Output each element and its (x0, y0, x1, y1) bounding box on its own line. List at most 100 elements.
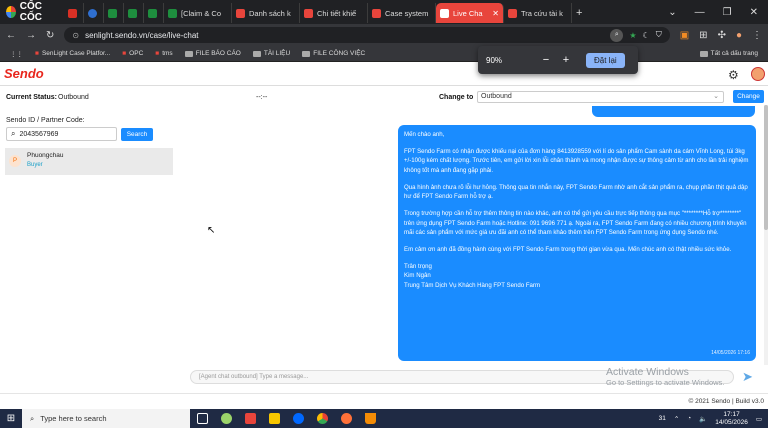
tab-live-chat[interactable]: Live Cha ✕ (436, 3, 504, 23)
browser-brand-label: CỐC CỐC (19, 1, 42, 23)
puzzle-icon[interactable]: ✣ (718, 30, 726, 41)
taskbar-search[interactable]: ⌕ Type here to search (22, 409, 190, 428)
task-view-icon[interactable] (190, 409, 214, 428)
contact-role: Buyer (27, 162, 43, 168)
previous-message-bubble (592, 106, 755, 117)
bookmark-tms[interactable]: ■ tms (155, 50, 172, 57)
app-footer: © 2021 Sendo | Build v3.0 (0, 393, 768, 409)
address-bar[interactable]: ⊙ senlight.sendo.vn/case/live-chat ⌕ ★ ☾… (64, 27, 670, 43)
extension-icon[interactable]: ▣ (680, 30, 689, 41)
sendo-id-input[interactable]: ⌕ 2043567969 (6, 127, 117, 141)
tab-blue[interactable] (84, 3, 104, 23)
translate-icon[interactable]: ⊞ (699, 30, 707, 41)
zoom-in-button[interactable]: + (556, 54, 576, 66)
windows-taskbar: ⊞ ⌕ Type here to search 31 ⌃ ◔ 🔈 17:17 1… (0, 409, 768, 428)
bookmark-file-cong-viec[interactable]: FILE CÔNG VIỆC (302, 50, 365, 57)
zoom-out-button[interactable]: − (536, 54, 556, 66)
search-button[interactable]: Search (121, 128, 153, 141)
status-select-value: Outbound (481, 93, 512, 100)
clock-time: 17:17 (723, 410, 740, 418)
bookmark-label: Tất cả dấu trang (710, 50, 758, 57)
site-info-icon[interactable]: ⊙ (72, 31, 79, 40)
tab-chi-tiet[interactable]: Chi tiết khiế (300, 3, 368, 23)
tab-danh-sach[interactable]: Danh sách k (232, 3, 300, 23)
bookmark-label: FILE BÁO CÁO (195, 50, 241, 57)
firefox-taskbar-icon[interactable] (334, 409, 358, 428)
search-icon: ⌕ (11, 129, 16, 138)
watermark-subtitle: Go to Settings to activate Windows. (606, 378, 725, 387)
volume-icon[interactable]: 🔈 (699, 415, 707, 423)
send-icon[interactable]: ➤ (742, 369, 753, 385)
weather-temp[interactable]: 31 (659, 415, 666, 422)
tray-chevron-icon[interactable]: ⌃ (674, 415, 679, 423)
chat-scrollbar-thumb[interactable] (764, 105, 768, 230)
notifications-icon[interactable]: ▭ (756, 415, 762, 423)
bookmark-senlight[interactable]: ■ SenLight Case Platfor... (35, 50, 110, 57)
tab-gmail[interactable] (64, 3, 84, 23)
chat-message-bubble: Mến chào anh, FPT Sendo Farm có nhận đượ… (398, 125, 756, 361)
bookmark-star-icon[interactable]: ★ (629, 31, 636, 40)
back-icon[interactable]: ← (6, 30, 16, 41)
tab-case-system[interactable]: Case system (368, 3, 436, 23)
zoom-icon[interactable]: ⌕ (610, 28, 624, 42)
browser-brand[interactable]: CỐC CỐC (0, 1, 64, 23)
gear-icon[interactable]: ⚙ (728, 68, 739, 82)
footer-text: © 2021 Sendo | Build v3.0 (688, 398, 764, 405)
reload-icon[interactable]: ↻ (46, 30, 54, 41)
zoom-reset-button[interactable]: Đặt lại (586, 52, 625, 68)
sendo-icon: ■ (35, 50, 39, 57)
dark-mode-icon[interactable]: ☾ (643, 31, 650, 40)
menu-icon[interactable]: ⋮ (752, 30, 762, 41)
tab-claim[interactable]: [Claim & Co (164, 3, 232, 23)
close-tab-icon[interactable]: ✕ (492, 9, 499, 18)
profile-icon[interactable]: ● (736, 30, 742, 41)
chevron-down-icon[interactable]: ⌄ (668, 7, 676, 18)
tab-tra-cuu[interactable]: Tra cứu tài k (504, 3, 572, 23)
apps-icon[interactable]: ⋮⋮ (10, 50, 23, 58)
chrome-taskbar-icon[interactable] (310, 409, 334, 428)
tab-label: Danh sách k (249, 8, 291, 18)
wps-taskbar-icon[interactable] (238, 409, 262, 428)
restore-icon[interactable]: ❐ (723, 7, 732, 18)
windows-start-icon[interactable]: ⊞ (0, 413, 22, 424)
bookmarks-bar: ⋮⋮ ■ SenLight Case Platfor... ■ OPC ■ tms F… (0, 46, 768, 62)
minimize-icon[interactable]: — (695, 7, 705, 18)
sendo-icon (236, 8, 245, 18)
zalo-taskbar-icon[interactable] (286, 409, 310, 428)
vlc-taskbar-icon[interactable] (358, 409, 382, 428)
message-paragraph: Em cảm ơn anh đã đồng hành cùng với FPT … (404, 245, 732, 253)
sendo-icon: ■ (155, 50, 160, 57)
network-icon[interactable]: ◔ (687, 415, 691, 422)
sendo-logo[interactable]: Sendo (4, 66, 44, 81)
search-icon: ⌕ (30, 413, 35, 423)
shield-icon[interactable]: ⛉ (656, 30, 662, 40)
bookmark-opc[interactable]: ■ OPC (122, 50, 143, 57)
tab-sheet-2[interactable] (124, 3, 144, 23)
search-input-value: 2043567969 (19, 130, 59, 138)
new-tab-button[interactable]: + (572, 3, 586, 23)
app-icon (88, 8, 97, 18)
bookmark-tai-lieu[interactable]: TÀI LIỆU (252, 50, 290, 57)
close-window-icon[interactable]: ✕ (750, 7, 758, 18)
folder-icon (302, 50, 311, 57)
status-select[interactable]: Outbound ⌄ (477, 91, 724, 103)
bookmark-file-bao-cao[interactable]: FILE BÁO CÁO (184, 50, 241, 57)
sticky-notes-icon[interactable] (262, 409, 286, 428)
coccoc-taskbar-icon[interactable] (214, 409, 238, 428)
forward-icon[interactable]: → (26, 30, 36, 41)
change-button[interactable]: Change (733, 90, 764, 103)
url-text[interactable]: senlight.sendo.vn/case/live-chat (85, 31, 198, 40)
taskbar-clock[interactable]: 17:17 14/05/2026 (715, 411, 748, 427)
all-bookmarks[interactable]: Tất cả dấu trang (699, 50, 758, 57)
tab-label: [Claim & Co (181, 8, 222, 18)
timer: --:-- (256, 94, 268, 101)
signature-line: Trân trọng (404, 262, 432, 270)
signature-line: Trung Tâm Dịch Vụ Khách Hàng FPT Sendo F… (404, 281, 541, 289)
avatar[interactable] (751, 67, 765, 81)
folder-icon (184, 50, 193, 57)
tab-label: Chi tiết khiế (317, 8, 357, 18)
tab-sheet-3[interactable] (144, 3, 164, 23)
folder-icon (252, 50, 261, 57)
tab-sheet-1[interactable] (104, 3, 124, 23)
coccoc-logo-icon (6, 6, 16, 18)
